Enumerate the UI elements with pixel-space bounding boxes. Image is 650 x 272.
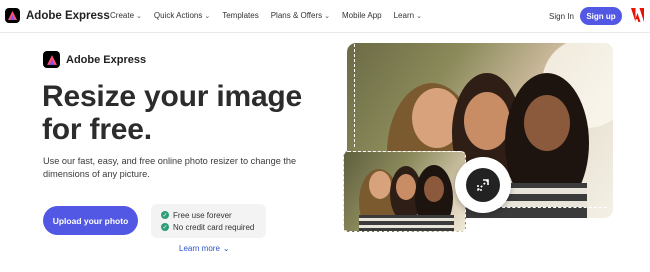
menu-item-label: Learn bbox=[393, 11, 415, 20]
sign-up-button[interactable]: Sign up bbox=[580, 7, 622, 25]
people-photo-thumbnail bbox=[359, 165, 454, 231]
feature-item: ✓ No credit card required bbox=[161, 221, 266, 233]
menu-item-label: Quick Actions bbox=[153, 11, 203, 20]
feature-label: No credit card required bbox=[173, 222, 255, 232]
learn-more-label: Learn more bbox=[179, 244, 220, 253]
resize-guide-vertical bbox=[354, 44, 355, 147]
checkmark-icon: ✓ bbox=[161, 211, 169, 219]
adobe-express-logo-icon bbox=[5, 8, 20, 23]
feature-item: ✓ Free use forever bbox=[161, 209, 266, 221]
top-nav: Adobe Express Create ⌄ Quick Actions ⌄ T… bbox=[0, 0, 650, 33]
menu-item-label: Templates bbox=[222, 11, 259, 20]
brand-name: Adobe Express bbox=[26, 9, 110, 22]
learn-more-link[interactable]: Learn more ⌄ bbox=[179, 244, 230, 253]
chevron-down-icon: ⌄ bbox=[204, 12, 211, 20]
hero-photo-small bbox=[343, 151, 466, 232]
menu-item-quick-actions[interactable]: Quick Actions ⌄ bbox=[154, 11, 210, 20]
menu-item-create[interactable]: Create ⌄ bbox=[110, 11, 142, 20]
menu-item-label: Mobile App bbox=[342, 11, 382, 20]
menu-item-mobile-app[interactable]: Mobile App bbox=[342, 11, 382, 20]
brand-link[interactable]: Adobe Express bbox=[5, 8, 110, 23]
chevron-down-icon: ⌄ bbox=[136, 12, 142, 20]
menu-item-learn[interactable]: Learn ⌄ bbox=[394, 11, 422, 20]
main-menu: Create ⌄ Quick Actions ⌄ Templates Plans… bbox=[110, 11, 434, 20]
resize-arrows-icon bbox=[466, 168, 500, 202]
chevron-down-icon: ⌄ bbox=[416, 12, 422, 20]
resize-action-button[interactable] bbox=[455, 157, 511, 213]
menu-item-label: Plans & Offers bbox=[270, 11, 323, 20]
chevron-down-icon: ⌄ bbox=[222, 244, 230, 253]
adobe-express-logo-icon bbox=[43, 51, 60, 68]
checkmark-icon: ✓ bbox=[161, 223, 169, 231]
sign-in-link[interactable]: Sign In bbox=[549, 12, 574, 21]
upload-photo-button[interactable]: Upload your photo bbox=[43, 206, 138, 235]
feature-label: Free use forever bbox=[173, 210, 232, 220]
chevron-down-icon: ⌄ bbox=[324, 12, 331, 20]
menu-item-templates[interactable]: Templates bbox=[222, 11, 258, 20]
adobe-logo-icon[interactable] bbox=[631, 8, 644, 27]
hero-description: Use our fast, easy, and free online phot… bbox=[43, 156, 297, 179]
menu-item-label: Create bbox=[110, 11, 135, 20]
features-box: ✓ Free use forever ✓ No credit card requ… bbox=[151, 204, 266, 238]
menu-item-plans-offers[interactable]: Plans & Offers ⌄ bbox=[271, 11, 330, 20]
hero-brand: Adobe Express bbox=[43, 51, 146, 68]
page-title: Resize your image for free. bbox=[42, 80, 303, 146]
hero-brand-name: Adobe Express bbox=[66, 53, 147, 66]
resize-guide-horizontal bbox=[492, 207, 607, 208]
